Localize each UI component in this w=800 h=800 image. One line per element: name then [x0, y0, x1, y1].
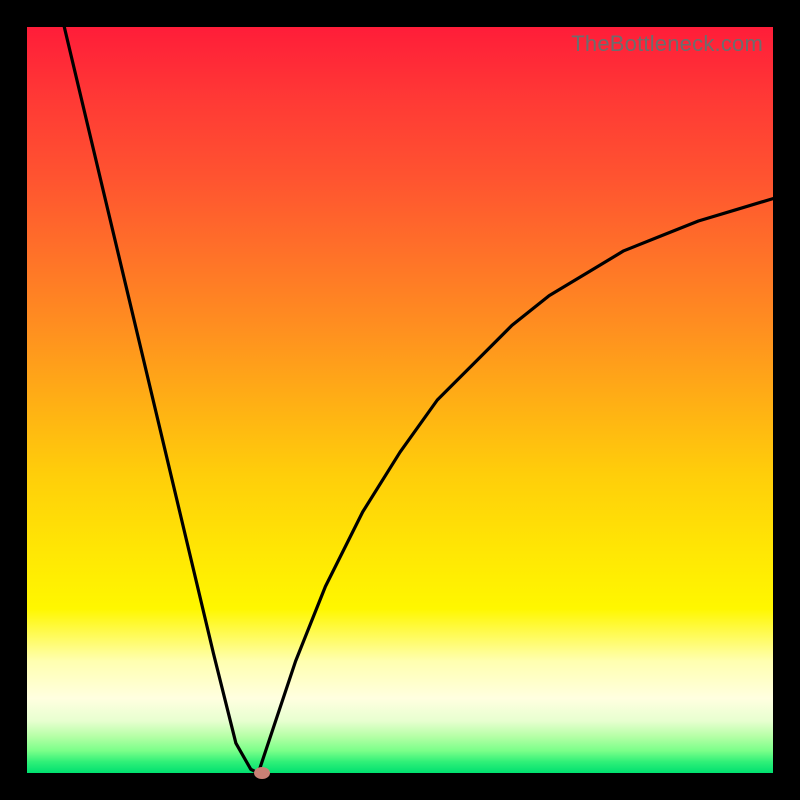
plot-area: TheBottleneck.com — [27, 27, 773, 773]
bottleneck-curve — [27, 27, 773, 773]
chart-frame: TheBottleneck.com — [0, 0, 800, 800]
curve-right-branch — [258, 199, 773, 773]
curve-left-branch — [64, 27, 258, 773]
optimum-marker — [254, 767, 270, 779]
watermark-text: TheBottleneck.com — [571, 31, 763, 57]
